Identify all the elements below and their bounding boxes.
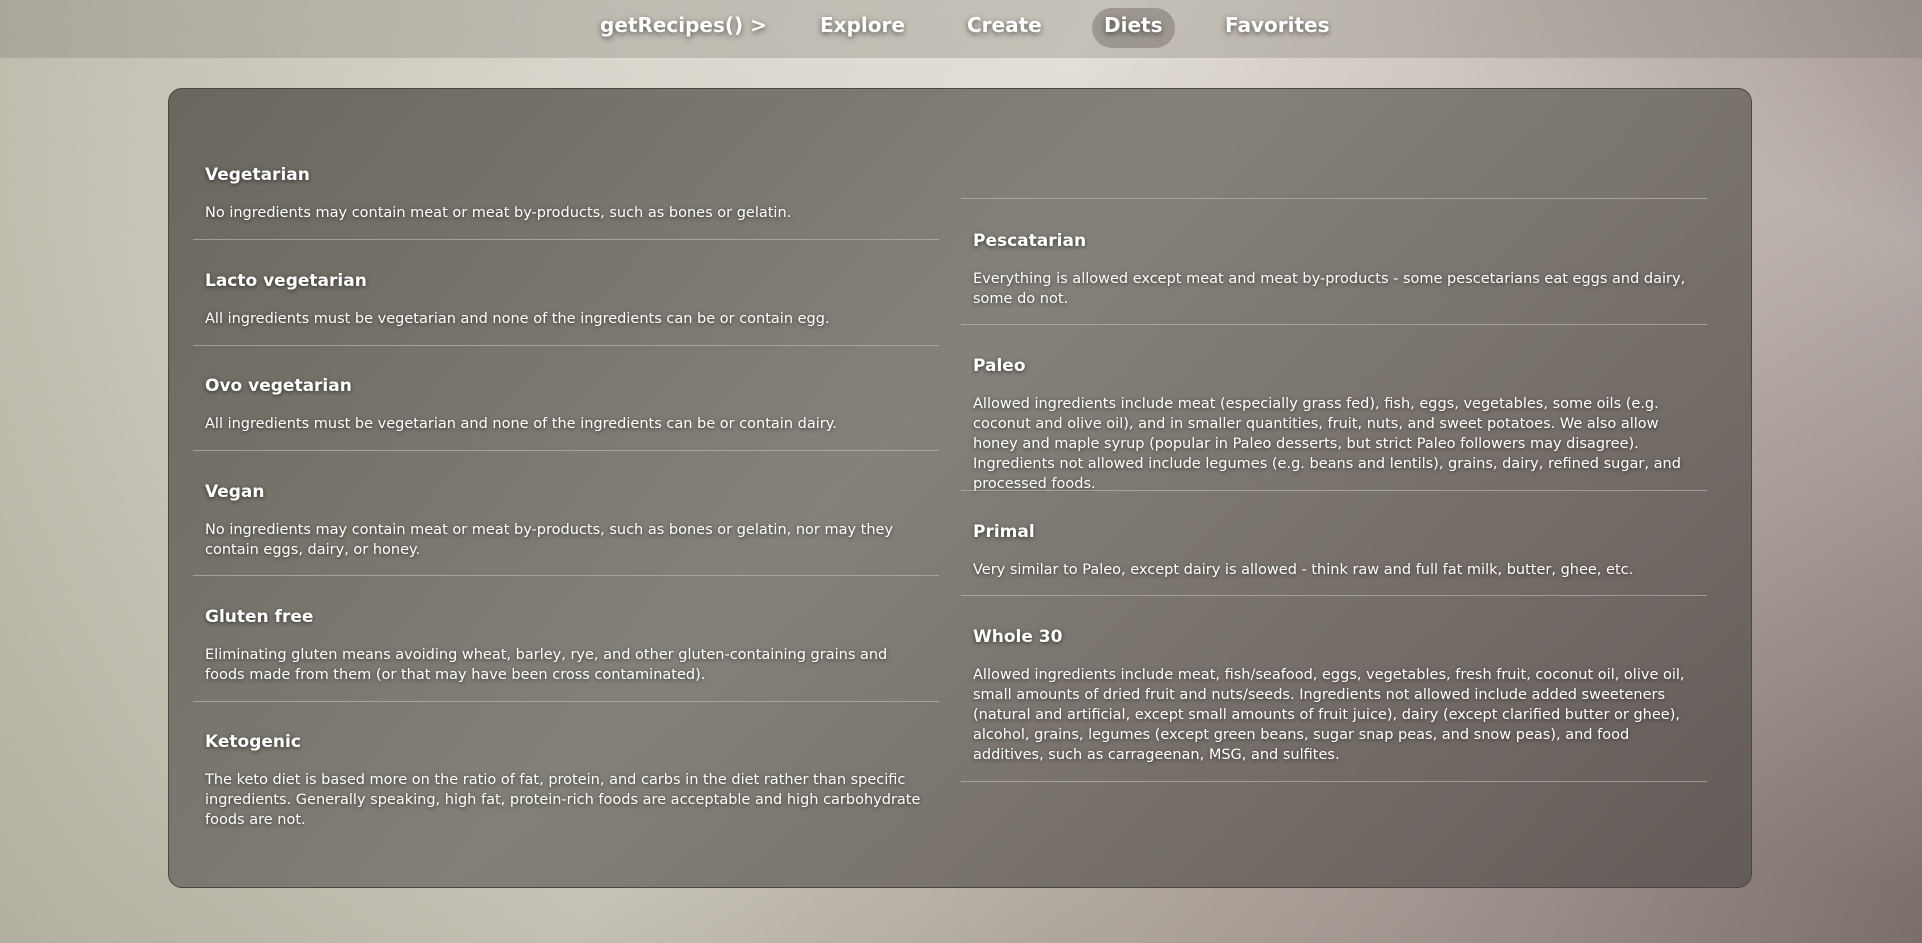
nav-create[interactable]: Create [967, 8, 1042, 48]
diet-item-vegan: Vegan No ingredients may contain meat or… [193, 480, 939, 560]
divider [193, 345, 939, 346]
diet-title: Pescatarian [973, 231, 1087, 251]
divider [193, 450, 939, 451]
diet-description: No ingredients may contain meat or meat … [205, 205, 792, 221]
divider [193, 575, 939, 576]
divider [961, 595, 1707, 596]
diet-item-ketogenic: Ketogenic The keto diet is based more on… [193, 730, 939, 830]
diet-title: Vegetarian [205, 165, 310, 185]
diet-title: Whole 30 [973, 627, 1063, 647]
diet-description: No ingredients may contain meat or meat … [205, 522, 894, 558]
brand-link[interactable]: getRecipes() > [600, 8, 767, 48]
diet-item-paleo: Paleo Allowed ingredients include meat (… [961, 354, 1707, 494]
diet-title: Gluten free [205, 607, 314, 627]
top-navigation: getRecipes() > Explore Create Diets Favo… [0, 0, 1922, 58]
diet-title: Paleo [973, 356, 1026, 376]
diet-item-whole-30: Whole 30 Allowed ingredients include mea… [961, 625, 1707, 765]
diet-item-pescatarian: Pescatarian Everything is allowed except… [961, 229, 1707, 309]
divider [193, 239, 939, 240]
divider [961, 324, 1707, 325]
diet-item-ovo-vegetarian: Ovo vegetarian All ingredients must be v… [193, 374, 939, 434]
diet-description: Everything is allowed except meat and me… [973, 271, 1686, 307]
diet-title: Ovo vegetarian [205, 376, 352, 396]
nav-diets[interactable]: Diets [1092, 8, 1175, 48]
diet-title: Ketogenic [205, 732, 301, 752]
divider [961, 198, 1707, 199]
diet-description: All ingredients must be vegetarian and n… [205, 416, 837, 432]
divider [961, 781, 1707, 782]
diet-item-primal: Primal Very similar to Paleo, except dai… [961, 520, 1707, 580]
diet-description: All ingredients must be vegetarian and n… [205, 311, 830, 327]
diet-title: Lacto vegetarian [205, 271, 367, 291]
diet-item-vegetarian: Vegetarian No ingredients may contain me… [193, 163, 939, 223]
diet-title: Primal [973, 522, 1035, 542]
diet-description: Eliminating gluten means avoiding wheat,… [205, 647, 888, 683]
diet-description: Allowed ingredients include meat (especi… [973, 396, 1681, 492]
divider [961, 490, 1707, 491]
diet-item-gluten-free: Gluten free Eliminating gluten means avo… [193, 605, 939, 685]
diet-title: Vegan [205, 482, 265, 502]
diets-panel: Vegetarian No ingredients may contain me… [168, 88, 1752, 888]
diet-description: Allowed ingredients include meat, fish/s… [973, 667, 1685, 763]
nav-favorites[interactable]: Favorites [1225, 8, 1330, 48]
diet-description: Very similar to Paleo, except dairy is a… [973, 562, 1634, 578]
divider [193, 701, 939, 702]
nav-explore[interactable]: Explore [820, 8, 905, 48]
diet-description: The keto diet is based more on the ratio… [205, 772, 921, 828]
diet-item-lacto-vegetarian: Lacto vegetarian All ingredients must be… [193, 269, 939, 329]
